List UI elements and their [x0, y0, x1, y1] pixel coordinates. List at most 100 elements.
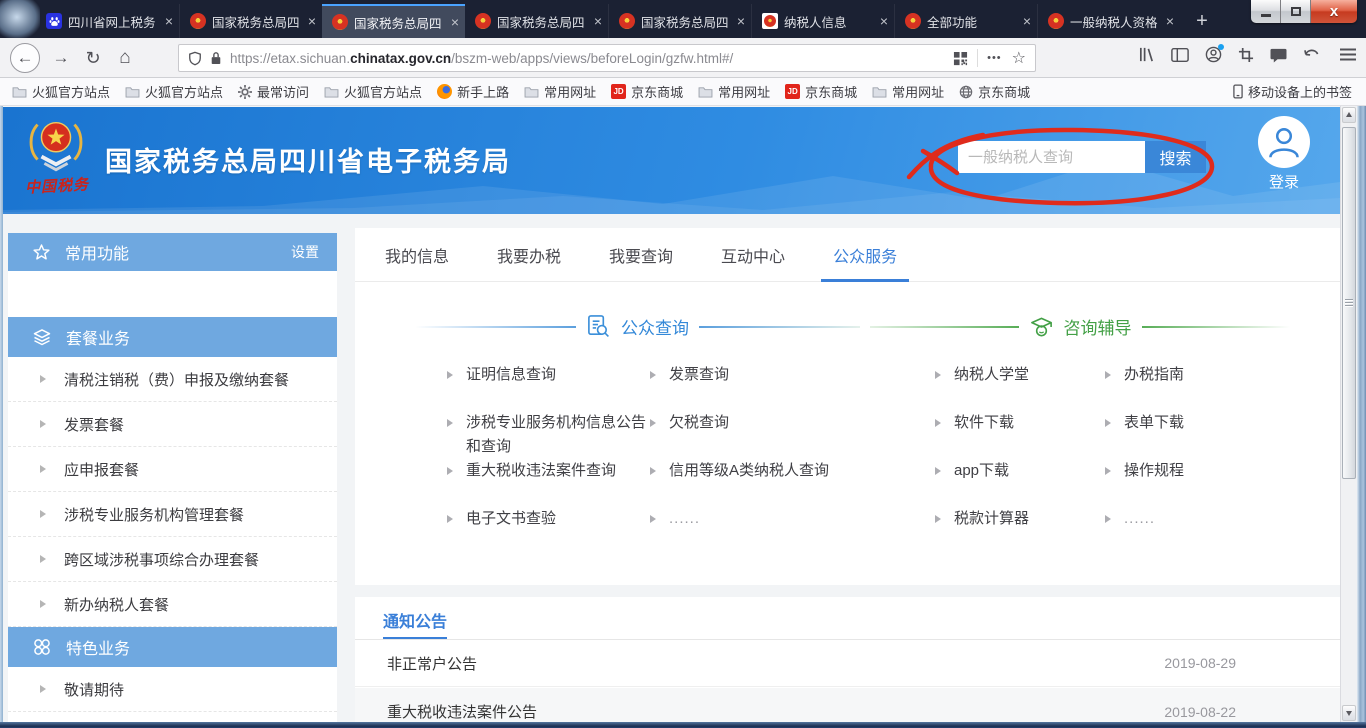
bookmark-item[interactable]: 常用网址: [698, 82, 770, 101]
screenshot-icon[interactable]: [1238, 47, 1254, 63]
browser-tab[interactable]: 国家税务总局四 ×: [179, 4, 322, 38]
maximize-button[interactable]: [1281, 0, 1311, 23]
new-tab-button[interactable]: +: [1186, 4, 1218, 38]
sidebar-special-header[interactable]: 特色业务: [8, 627, 337, 667]
scrollbar-thumb[interactable]: [1342, 127, 1356, 479]
public-query-title: 公众查询: [621, 314, 689, 339]
link-item-more[interactable]: ......: [650, 504, 900, 552]
sidebar-item[interactable]: 敬请期待: [8, 667, 337, 712]
account-icon[interactable]: [1205, 46, 1222, 63]
tab-close-icon[interactable]: ×: [165, 14, 173, 28]
back-button[interactable]: ←: [10, 43, 40, 73]
triangle-bullet-icon: [650, 371, 660, 379]
sidebar-common-header[interactable]: 常用功能 设置: [8, 233, 337, 271]
bookmark-label: 火狐官方站点: [32, 82, 110, 101]
bookmark-item[interactable]: 火狐官方站点: [12, 82, 110, 101]
browser-tab[interactable]: 国家税务总局四 ×: [608, 4, 751, 38]
browser-tab[interactable]: 一般纳税人资格 ×: [1037, 4, 1180, 38]
reload-button[interactable]: ↻: [78, 43, 108, 73]
browser-tab-active[interactable]: 国家税务总局四 ×: [322, 4, 465, 38]
link-item-more[interactable]: ......: [1105, 504, 1325, 552]
home-button[interactable]: ⌂: [110, 43, 140, 73]
link-item[interactable]: 软件下载: [935, 408, 1105, 456]
sidebar-package-header[interactable]: 套餐业务: [8, 317, 337, 357]
tab-interaction[interactable]: 互动中心: [709, 228, 797, 281]
bookmark-item[interactable]: JD 京东商城: [785, 82, 857, 101]
page-actions-icon[interactable]: •••: [987, 52, 1002, 64]
url-bar[interactable]: https://etax.sichuan.chinatax.gov.cn/bsz…: [178, 44, 1036, 72]
window-border-left: [0, 106, 3, 722]
tab-public-service[interactable]: 公众服务: [821, 228, 909, 281]
tab-close-icon[interactable]: ×: [1166, 14, 1174, 28]
qr-code-icon[interactable]: [953, 51, 968, 66]
sidebar-item[interactable]: 清税注销税（费）申报及缴纳套餐: [8, 357, 337, 402]
bookmark-item[interactable]: 新手上路: [437, 82, 509, 101]
notice-row[interactable]: 重大税收违法案件公告 2019-08-22: [355, 688, 1340, 722]
minimize-button[interactable]: [1251, 0, 1281, 23]
link-item[interactable]: 证明信息查询: [447, 360, 659, 408]
shield-icon[interactable]: [188, 51, 202, 66]
window-controls: x: [1251, 0, 1357, 23]
sidebar-item[interactable]: 跨区域涉税事项综合办理套餐: [8, 537, 337, 582]
sidebar-toggle-icon[interactable]: [1171, 47, 1189, 63]
tab-close-icon[interactable]: ×: [880, 14, 888, 28]
link-item[interactable]: 信用等级A类纳税人查询: [650, 456, 900, 504]
vertical-scrollbar[interactable]: [1340, 106, 1357, 722]
link-item[interactable]: 表单下载: [1105, 408, 1325, 456]
bookmark-item[interactable]: 常用网址: [872, 82, 944, 101]
link-item[interactable]: 办税指南: [1105, 360, 1325, 408]
link-item[interactable]: 纳税人学堂: [935, 360, 1105, 408]
login-label[interactable]: 登录: [1246, 171, 1322, 192]
notice-row[interactable]: 非正常户公告 2019-08-29: [355, 640, 1340, 687]
search-button[interactable]: 搜索: [1145, 141, 1206, 173]
tab-close-icon[interactable]: ×: [451, 15, 459, 29]
tax-bureau-logo: [25, 112, 87, 176]
chat-bubble-icon[interactable]: [1270, 47, 1287, 63]
forward-button[interactable]: →: [46, 43, 76, 73]
browser-tab[interactable]: 全部功能 ×: [894, 4, 1037, 38]
tab-close-icon[interactable]: ×: [737, 14, 745, 28]
divider: [977, 49, 978, 67]
tax-emblem-icon: [762, 13, 778, 29]
search-input[interactable]: [958, 141, 1145, 173]
bookmark-item[interactable]: 京东商城: [959, 82, 1030, 101]
tab-close-icon[interactable]: ×: [1023, 14, 1031, 28]
sidebar-item[interactable]: 新办纳税人套餐: [8, 582, 337, 627]
tab-close-icon[interactable]: ×: [308, 14, 316, 28]
link-item[interactable]: 操作规程: [1105, 456, 1325, 504]
scroll-down-button[interactable]: [1342, 705, 1356, 721]
undo-arrow-icon[interactable]: [1303, 47, 1320, 62]
notice-title[interactable]: 通知公告: [383, 608, 447, 632]
link-item[interactable]: 电子文书查验: [447, 504, 659, 552]
link-item[interactable]: 发票查询: [650, 360, 900, 408]
sidebar-item[interactable]: 应申报套餐: [8, 447, 337, 492]
bookmark-item[interactable]: 火狐官方站点: [125, 82, 223, 101]
login-avatar[interactable]: [1258, 116, 1310, 168]
browser-tab[interactable]: 国家税务总局四 ×: [465, 4, 608, 38]
tab-query[interactable]: 我要查询: [597, 228, 685, 281]
tab-close-icon[interactable]: ×: [594, 14, 602, 28]
link-item[interactable]: 涉税专业服务机构信息公告和查询: [447, 408, 659, 456]
sidebar-item[interactable]: 涉税专业服务机构管理套餐: [8, 492, 337, 537]
link-item[interactable]: 税款计算器: [935, 504, 1105, 552]
mobile-bookmarks-item[interactable]: 移动设备上的书签: [1233, 82, 1352, 101]
sidebar-item[interactable]: 发票套餐: [8, 402, 337, 447]
link-item[interactable]: 欠税查询: [650, 408, 900, 456]
bookmark-item[interactable]: JD 京东商城: [611, 82, 683, 101]
browser-tab[interactable]: 四川省网上税务 ×: [36, 4, 179, 38]
menu-hamburger-icon[interactable]: [1340, 48, 1356, 61]
bookmark-label: 火狐官方站点: [145, 82, 223, 101]
settings-link[interactable]: 设置: [291, 242, 319, 262]
link-item[interactable]: app下载: [935, 456, 1105, 504]
scroll-up-button[interactable]: [1342, 107, 1356, 123]
browser-tab[interactable]: 纳税人信息 ×: [751, 4, 894, 38]
tab-my-info[interactable]: 我的信息: [373, 228, 461, 281]
library-icon[interactable]: [1138, 46, 1155, 63]
tab-do-tax[interactable]: 我要办税: [485, 228, 573, 281]
bookmark-item[interactable]: 最常访问: [238, 82, 309, 101]
bookmark-star-icon[interactable]: ☆: [1012, 48, 1026, 68]
link-item[interactable]: 重大税收违法案件查询: [447, 456, 659, 504]
bookmark-item[interactable]: 火狐官方站点: [324, 82, 422, 101]
bookmark-item[interactable]: 常用网址: [524, 82, 596, 101]
close-button[interactable]: x: [1311, 0, 1357, 23]
